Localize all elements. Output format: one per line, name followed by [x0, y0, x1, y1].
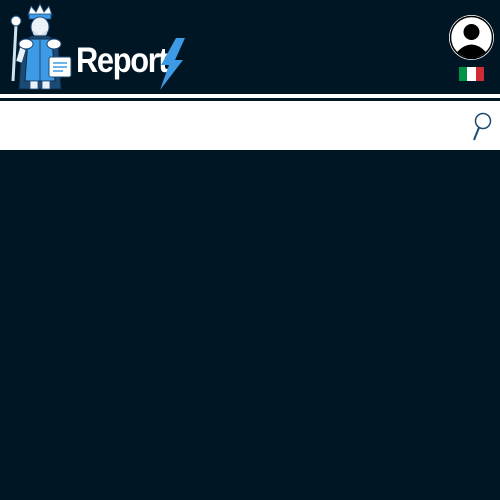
flag-stripe-green	[459, 67, 468, 81]
knight-mascot-icon	[10, 3, 72, 90]
user-avatar-button[interactable]	[449, 15, 494, 60]
main-content-area	[0, 150, 500, 500]
header-divider	[0, 94, 500, 98]
search-input[interactable]	[0, 101, 460, 150]
brand-name: Report	[76, 41, 169, 80]
flag-stripe-white	[467, 67, 476, 81]
lightning-bolt-icon	[160, 38, 185, 90]
user-avatar-icon	[449, 15, 494, 60]
flag-stripe-red	[475, 67, 484, 81]
italy-flag-icon[interactable]	[459, 67, 484, 81]
search-icon[interactable]	[470, 111, 494, 143]
site-header: Report	[0, 0, 500, 94]
app-window: Report	[0, 0, 500, 500]
search-bar	[0, 101, 500, 150]
home-logo-link[interactable]: Report	[4, 3, 186, 91]
